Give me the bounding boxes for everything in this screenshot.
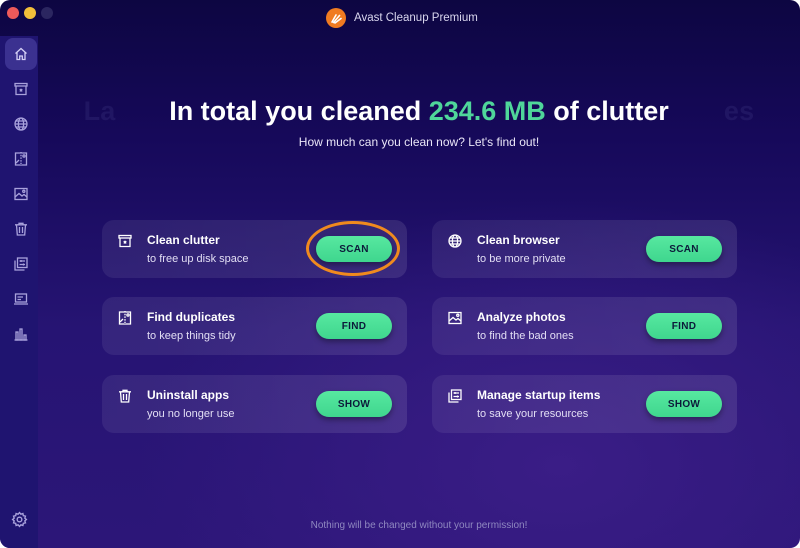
settings-button[interactable] [9,509,29,529]
photo-icon [14,187,28,201]
sidebar-item-duplicates[interactable] [5,143,37,175]
card-subtitle: to keep things tidy [147,330,236,342]
headline-area: La es In total you cleaned 234.6 MB of c… [38,96,800,136]
laptop-icon [14,293,28,305]
card-subtitle: to find the bad ones [477,330,574,342]
sidebar-item-stats[interactable] [5,318,37,350]
startup-items-show-button[interactable]: SHOW [646,391,722,417]
sidebar-item-system[interactable] [5,283,37,315]
clean-browser-scan-button[interactable]: SCAN [646,236,722,262]
card-clean-browser: Clean browser to be more private SCAN [432,220,737,278]
sidebar-item-uninstall[interactable] [5,213,37,245]
find-duplicates-button[interactable]: FIND [316,313,392,339]
globe-icon [14,117,28,131]
sidebar-item-home[interactable] [5,38,37,70]
avast-logo-icon [326,8,346,28]
globe-icon [448,234,462,248]
permission-note: Nothing will be changed without your per… [310,520,528,531]
card-title: Analyze photos [477,310,566,324]
sidebar-item-startup[interactable] [5,248,37,280]
card-find-duplicates: Find duplicates to keep things tidy FIND [102,297,407,355]
card-title: Manage startup items [477,388,601,402]
card-title: Find duplicates [147,310,236,324]
app-title-text: Avast Cleanup Premium [354,12,478,24]
card-analyze-photos: Analyze photos to find the bad ones FIND [432,297,737,355]
headline-prefix: In total you cleaned [169,96,429,126]
card-subtitle: to be more private [477,253,566,265]
card-subtitle: to free up disk space [147,253,249,265]
gear-icon [11,511,27,527]
duplicates-icon [14,152,28,166]
minimize-window-button[interactable] [24,7,36,19]
page-title: In total you cleaned 234.6 MB of clutter [38,96,800,127]
card-manage-startup-items: Manage startup items to save your resour… [432,375,737,433]
startup-items-icon [14,257,28,271]
card-subtitle: you no longer use [147,408,235,420]
cleaned-total-value: 234.6 MB [428,96,546,126]
zoom-window-button[interactable] [41,7,53,19]
card-clean-clutter: Clean clutter to free up disk space SCAN [102,220,407,278]
clean-clutter-scan-button[interactable]: SCAN [316,236,392,262]
card-title: Uninstall apps [147,388,230,402]
startup-items-icon [448,389,462,403]
card-subtitle: to save your resources [477,408,589,420]
app-title: Avast Cleanup Premium [326,7,478,29]
photo-icon [448,311,462,325]
sidebar [0,36,38,548]
close-window-button[interactable] [7,7,19,19]
card-uninstall-apps: Uninstall apps you no longer use SHOW [102,375,407,433]
home-icon [15,47,27,61]
trash-icon [119,389,131,403]
analyze-photos-find-button[interactable]: FIND [646,313,722,339]
clutter-box-icon [118,234,132,248]
trash-icon [15,222,27,236]
card-title: Clean browser [477,233,560,247]
clutter-box-icon [14,82,28,96]
headline-suffix: of clutter [545,96,669,126]
duplicates-icon [118,311,132,325]
title-bar: Avast Cleanup Premium [0,0,800,36]
sidebar-item-photos[interactable] [5,178,37,210]
app-window: Avast Cleanup Premium La es In total you… [0,0,800,548]
bar-chart-icon [14,328,28,341]
page-subtitle: How much can you clean now? Let's find o… [298,135,540,149]
card-title: Clean clutter [147,233,220,247]
uninstall-apps-show-button[interactable]: SHOW [316,391,392,417]
sidebar-item-browser[interactable] [5,108,37,140]
sidebar-item-clean-clutter[interactable] [5,73,37,105]
